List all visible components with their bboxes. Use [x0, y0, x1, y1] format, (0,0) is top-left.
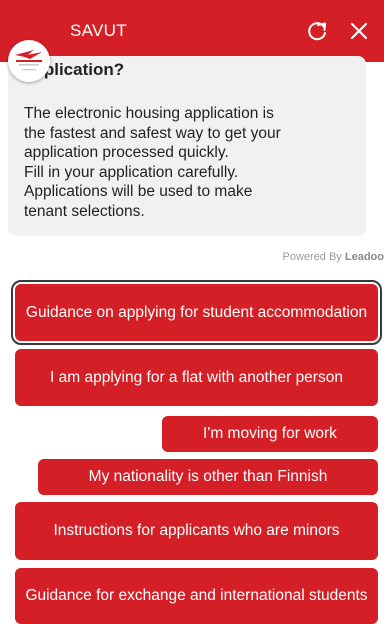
powered-by-prefix: Powered By: [282, 251, 342, 263]
option-applicants-minors[interactable]: Instructions for applicants who are mino…: [15, 502, 378, 560]
bot-avatar-logo: [8, 40, 50, 82]
header-title: SAVUT: [70, 21, 127, 40]
option-student-accommodation[interactable]: Guidance on applying for student accommo…: [11, 280, 382, 345]
close-button[interactable]: [342, 14, 376, 48]
chat-header: SAVUT: [0, 0, 384, 62]
close-icon: [350, 22, 368, 40]
message-body: The electronic housing application is th…: [24, 105, 281, 220]
option-flat-with-another-person[interactable]: I am applying for a flat with another pe…: [15, 349, 378, 406]
option-moving-for-work[interactable]: I'm moving for work: [162, 416, 378, 452]
powered-by-brand: Leadoo: [344, 251, 384, 263]
powered-by[interactable]: Powered By Leadoo: [283, 251, 384, 263]
refresh-button[interactable]: [300, 14, 334, 48]
bot-message-bubble: application? The electronic housing appl…: [8, 56, 366, 236]
option-nationality-other[interactable]: My nationality is other than Finnish: [38, 459, 378, 495]
refresh-icon: [308, 22, 326, 41]
option-exchange-international-students[interactable]: Guidance for exchange and international …: [15, 568, 378, 624]
